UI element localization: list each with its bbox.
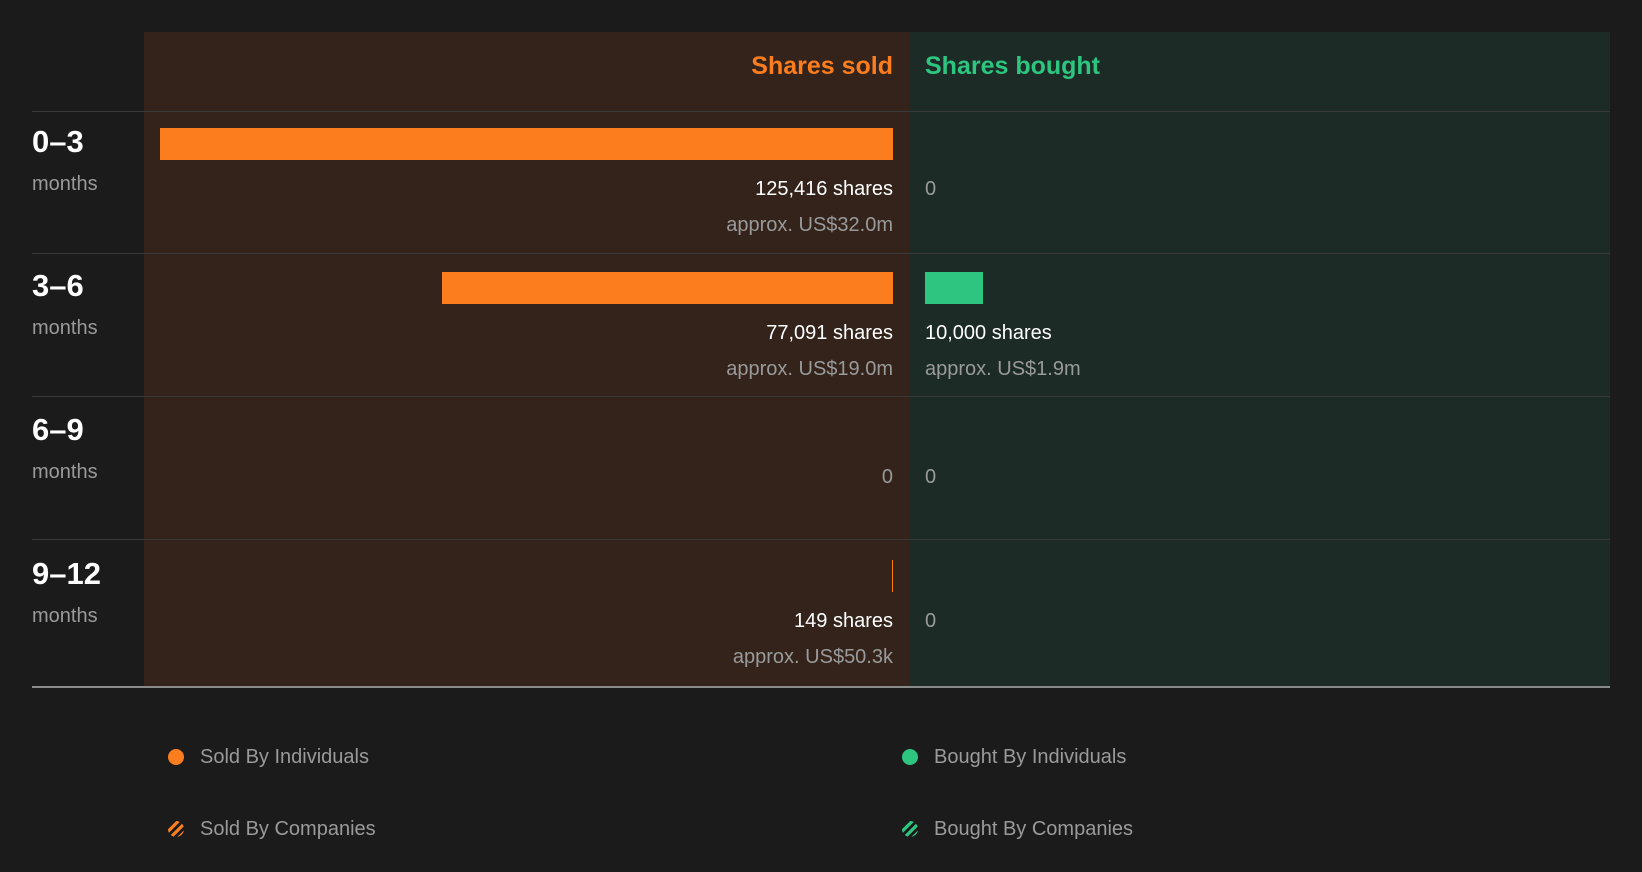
sold-shares-label: 77,091 shares bbox=[766, 322, 893, 344]
period-label: 3–6 bbox=[32, 268, 84, 303]
bought-value-label: approx. US$1.9m bbox=[925, 358, 1081, 380]
sold-bar-0-3 bbox=[160, 128, 893, 160]
chart-baseline bbox=[32, 686, 1610, 688]
header-divider bbox=[32, 111, 1610, 112]
sold-value-label: approx. US$50.3k bbox=[732, 646, 893, 668]
legend-label: Sold By Companies bbox=[200, 817, 376, 840]
sold-value-label: approx. US$19.0m bbox=[726, 358, 893, 380]
bought-shares-label: 0 bbox=[925, 178, 937, 200]
period-label: 6–9 bbox=[32, 412, 84, 447]
sold-shares-label: 149 shares bbox=[794, 610, 893, 632]
shares-bought-header: Shares bought bbox=[925, 52, 1101, 80]
bought-shares-label: 10,000 shares bbox=[925, 322, 1052, 344]
period-label: 0–3 bbox=[32, 124, 84, 159]
legend-label: Sold By Individuals bbox=[200, 745, 369, 768]
period-unit-label: months bbox=[32, 173, 98, 195]
legend-item-bought-companies[interactable]: Bought By Companies bbox=[902, 817, 1133, 841]
sold-bar-3-6 bbox=[442, 272, 893, 304]
legend-item-sold-companies[interactable]: Sold By Companies bbox=[168, 817, 376, 841]
period-unit-label: months bbox=[32, 605, 98, 627]
legend-item-bought-individuals[interactable]: Bought By Individuals bbox=[902, 745, 1126, 769]
sold-shares-label: 125,416 shares bbox=[755, 178, 893, 200]
period-unit-label: months bbox=[32, 461, 98, 483]
bought-shares-label: 0 bbox=[925, 610, 937, 632]
sold-value-label: approx. US$32.0m bbox=[726, 214, 893, 236]
sold-bar-9-12 bbox=[892, 560, 893, 592]
row-divider bbox=[32, 396, 1610, 397]
sold-shares-label: 0 bbox=[881, 466, 893, 488]
bought-bar-3-6 bbox=[925, 272, 983, 304]
orange-dot-icon bbox=[168, 749, 184, 765]
shares-sold-header: Shares sold bbox=[751, 52, 893, 80]
legend-label: Bought By Companies bbox=[934, 817, 1134, 840]
period-unit-label: months bbox=[32, 317, 98, 339]
row-divider bbox=[32, 253, 1610, 254]
hatched-green-dot-icon bbox=[902, 821, 918, 837]
row-divider bbox=[32, 539, 1610, 540]
green-dot-icon bbox=[902, 749, 918, 765]
period-label: 9–12 bbox=[32, 556, 101, 591]
bought-shares-label: 0 bbox=[925, 466, 937, 488]
legend-label: Bought By Individuals bbox=[934, 745, 1127, 768]
hatched-orange-dot-icon bbox=[168, 821, 184, 837]
legend-item-sold-individuals[interactable]: Sold By Individuals bbox=[168, 745, 369, 769]
